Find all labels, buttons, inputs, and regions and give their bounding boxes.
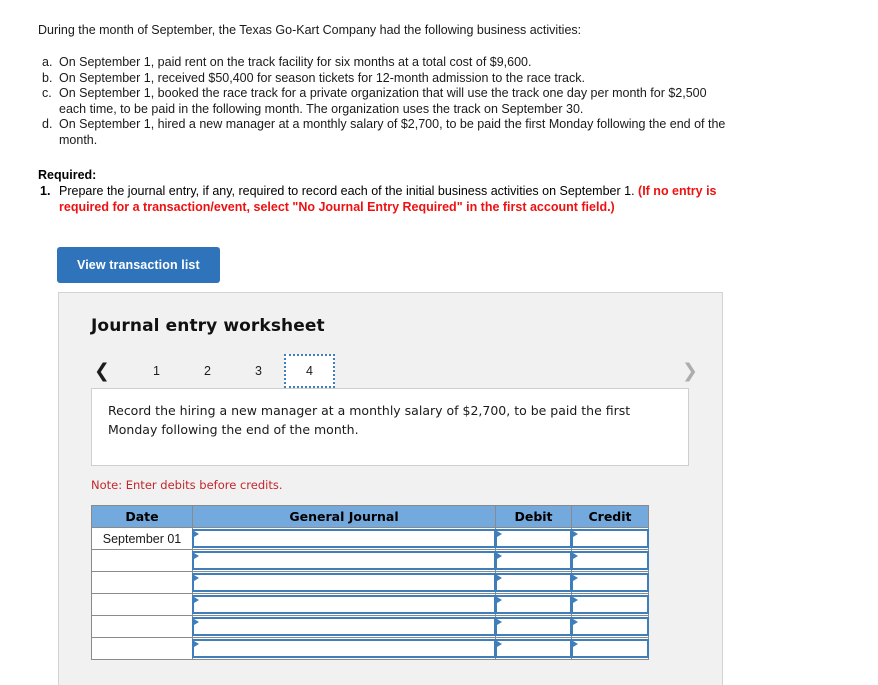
view-transaction-list-button[interactable]: View transaction list: [57, 246, 220, 283]
debit-input-5[interactable]: [495, 617, 572, 636]
column-header-general-journal: General Journal: [192, 505, 496, 528]
debit-cell-2[interactable]: [495, 549, 572, 572]
worksheet-title: Journal entry worksheet: [91, 316, 325, 336]
chevron-right-icon[interactable]: ❯: [679, 361, 701, 381]
activity-list: a. On September 1, paid rent on the trac…: [38, 55, 728, 149]
debit-cell-3[interactable]: [495, 571, 572, 594]
column-header-debit: Debit: [495, 505, 572, 528]
worksheet-pager: ❮ 1 2 3 4 ❯: [91, 354, 698, 388]
debit-input-4[interactable]: [495, 595, 572, 614]
credit-input-6[interactable]: [571, 639, 649, 658]
problem-content: During the month of September, the Texas…: [38, 22, 728, 283]
table-row: [91, 593, 649, 616]
credit-cell-3[interactable]: [571, 571, 649, 594]
date-cell-6[interactable]: [91, 637, 193, 660]
credit-input-3[interactable]: [571, 573, 649, 592]
activity-letter-d: d.: [42, 117, 53, 132]
activity-item-a: a. On September 1, paid rent on the trac…: [38, 55, 728, 71]
required-label: Required:: [38, 167, 97, 182]
general-journal-cell-1[interactable]: [192, 527, 496, 550]
credit-cell-4[interactable]: [571, 593, 649, 616]
worksheet-tab-list: 1 2 3 4: [131, 354, 335, 388]
general-journal-cell-5[interactable]: [192, 615, 496, 638]
general-journal-select-4[interactable]: [192, 595, 496, 614]
general-journal-select-3[interactable]: [192, 573, 496, 592]
journal-table-header-row: Date General Journal Debit Credit: [91, 505, 649, 528]
activity-letter-a: a.: [42, 55, 53, 69]
required-section: Required: 1. Prepare the journal entry, …: [38, 168, 728, 216]
date-cell-1[interactable]: September 01: [91, 527, 193, 550]
table-row: [91, 549, 649, 572]
debit-input-2[interactable]: [495, 551, 572, 570]
chevron-left-icon[interactable]: ❮: [91, 361, 113, 381]
credit-cell-2[interactable]: [571, 549, 649, 572]
activity-text-b: On September 1, received $50,400 for sea…: [59, 70, 585, 85]
date-cell-2[interactable]: [91, 549, 193, 572]
activity-item-b: b. On September 1, received $50,400 for …: [38, 71, 728, 87]
journal-entry-worksheet-panel: Journal entry worksheet ❮ 1 2 3 4 ❯ Reco…: [58, 292, 723, 685]
activity-item-c: c. On September 1, booked the race track…: [38, 86, 728, 117]
debit-cell-1[interactable]: [495, 527, 572, 550]
activity-letter-c: c.: [42, 86, 52, 101]
credit-input-2[interactable]: [571, 551, 649, 570]
column-header-credit: Credit: [571, 505, 649, 528]
column-header-date: Date: [91, 505, 193, 528]
debit-cell-4[interactable]: [495, 593, 572, 616]
table-row: September 01: [91, 527, 649, 550]
activity-item-d: d. On September 1, hired a new manager a…: [38, 117, 728, 148]
date-cell-3[interactable]: [91, 571, 193, 594]
general-journal-cell-3[interactable]: [192, 571, 496, 594]
journal-table-body: September 01: [91, 527, 649, 660]
general-journal-cell-6[interactable]: [192, 637, 496, 660]
date-cell-5[interactable]: [91, 615, 193, 638]
worksheet-tab-1[interactable]: 1: [131, 354, 182, 388]
activity-letter-b: b.: [42, 70, 53, 85]
debit-input-1[interactable]: [495, 529, 572, 548]
debit-input-3[interactable]: [495, 573, 572, 592]
required-text-black: Prepare the journal entry, if any, requi…: [59, 184, 639, 199]
debit-cell-6[interactable]: [495, 637, 572, 660]
activity-text-a: On September 1, paid rent on the track f…: [59, 55, 532, 69]
credit-cell-6[interactable]: [571, 637, 649, 660]
general-journal-cell-4[interactable]: [192, 593, 496, 616]
credit-cell-5[interactable]: [571, 615, 649, 638]
worksheet-tab-2[interactable]: 2: [182, 354, 233, 388]
table-row: [91, 615, 649, 638]
general-journal-select-2[interactable]: [192, 551, 496, 570]
debit-cell-5[interactable]: [495, 615, 572, 638]
activity-text-d: On September 1, hired a new manager at a…: [59, 117, 726, 147]
journal-entry-table: Date General Journal Debit Credit Septem…: [91, 505, 649, 660]
credit-cell-1[interactable]: [571, 527, 649, 550]
required-number: 1.: [40, 184, 51, 199]
worksheet-tab-3[interactable]: 3: [233, 354, 284, 388]
journal-table-head: Date General Journal Debit Credit: [91, 505, 649, 528]
required-text: Prepare the journal entry, if any, requi…: [59, 184, 728, 216]
table-row: [91, 637, 649, 660]
worksheet-tab-4[interactable]: 4: [284, 354, 335, 388]
credit-input-5[interactable]: [571, 617, 649, 636]
debits-before-credits-note: Note: Enter debits before credits.: [91, 478, 283, 492]
general-journal-select-5[interactable]: [192, 617, 496, 636]
required-item-1: 1. Prepare the journal entry, if any, re…: [38, 184, 728, 216]
problem-intro: During the month of September, the Texas…: [38, 23, 582, 37]
worksheet-bottom-spacer: [59, 660, 722, 670]
general-journal-select-6[interactable]: [192, 639, 496, 658]
worksheet-instruction: Record the hiring a new manager at a mon…: [91, 388, 689, 466]
debit-input-6[interactable]: [495, 639, 572, 658]
credit-input-1[interactable]: [571, 529, 649, 548]
general-journal-cell-2[interactable]: [192, 549, 496, 572]
date-cell-4[interactable]: [91, 593, 193, 616]
page-root: During the month of September, the Texas…: [0, 0, 878, 685]
table-row: [91, 571, 649, 594]
general-journal-select-1[interactable]: [192, 529, 496, 548]
activity-text-c: On September 1, booked the race track fo…: [59, 86, 707, 116]
credit-input-4[interactable]: [571, 595, 649, 614]
